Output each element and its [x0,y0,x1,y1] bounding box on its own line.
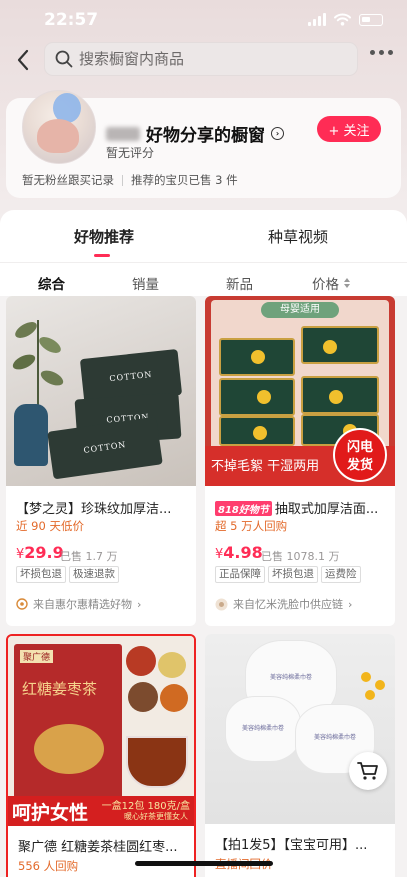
main-content: 好物推荐 种草视频 综合 销量 新品 价格 COTTON COTTON COTT… [0,210,407,877]
store-card: 好物分享的橱窗 › 暂无评分 + 关注 暂无粉丝跟买记录 推荐的宝贝已售 3 件 [6,90,401,198]
tag: 坏损包退 [16,566,66,583]
product-price: ¥4.98 [215,543,263,562]
tea-cup [126,736,188,788]
shop-logo-icon [215,598,228,610]
product-package [219,416,295,446]
tag: 极速退款 [69,566,119,583]
product-title: 【梦之灵】珍珠纹加厚洁... [16,502,172,517]
product-image: 聚广德 红糖姜枣茶 呵护女性 一盒12包 180克/盒 暖心好茶更懂女人 [8,636,194,826]
sort-price[interactable]: 价格 [312,273,351,293]
chevron-right-circle-icon: › [271,127,284,140]
product-package [301,326,379,364]
store-name-row[interactable]: 好物分享的橱窗 › [106,121,284,146]
tab-recommended[interactable]: 好物推荐 [74,226,134,247]
tab-videos[interactable]: 种草视频 [268,226,328,247]
product-image: 母婴适用 不掉毛絮 干湿两用 闪电 发货 [205,296,395,486]
search-box[interactable] [44,42,358,76]
product-subtitle: 超 5 万人回购 [215,519,288,533]
fans-stat: 暂无粉丝跟买记录 [22,173,114,187]
divider [122,174,123,186]
shopping-cart-icon [357,762,378,780]
sort-new[interactable]: 新品 [226,273,253,293]
product-package [219,338,295,376]
product-sold-count: 已售 1.7 万 [60,550,118,563]
store-rating: 暂无评分 [106,146,155,160]
festival-badge: 818好物节 [215,501,272,516]
product-card[interactable]: 聚广德 红糖姜枣茶 呵护女性 一盒12包 180克/盒 暖心好茶更懂女人 聚广德… [6,634,196,877]
product-subtitle: 近 90 天低价 [16,519,84,533]
box-title: 红糖姜枣茶 [22,680,98,698]
blurred-name-prefix [106,126,140,141]
tag: 运费险 [321,566,361,583]
tab-active-indicator [94,254,110,257]
product-tags: 坏损包退 极速退款 [16,566,119,583]
source-label: 来自惠尔惠精选好物 [33,598,132,611]
product-box: 聚广德 红糖姜枣茶 [14,644,122,804]
product-title: 【拍1发5】【宝宝可用】... [215,838,368,853]
product-subtitle: 556 人回购 [18,859,79,873]
product-sold-count: 已售 1078.1 万 [261,550,340,563]
home-indicator[interactable] [135,861,273,866]
sort-arrows-icon [344,278,350,288]
promo-banner-text: 不掉毛絮 干湿两用 [211,459,320,474]
dot-icon [379,50,384,55]
promo-big-text: 呵护女性 [12,802,89,824]
product-image: 美容纯棉柔巾卷 美容纯棉柔巾卷 美容纯棉柔巾卷 [205,634,395,824]
wifi-icon [334,13,351,26]
status-icons [308,13,383,26]
back-button[interactable] [12,46,36,74]
shop-logo-icon [16,598,28,610]
battery-icon [359,13,383,26]
promo-strip: 呵护女性 一盒12包 180克/盒 暖心好茶更懂女人 [8,796,194,826]
tag: 坏损包退 [268,566,318,583]
dot-icon [370,50,375,55]
product-card[interactable]: COTTON COTTON COTTON 【梦之灵】珍珠纹加厚洁... 近 90… [6,296,196,626]
store-stats: 暂无粉丝跟买记录 推荐的宝贝已售 3 件 [6,172,401,188]
chevron-right-icon: › [348,597,353,611]
sort-bar: 综合 销量 新品 价格 [0,262,407,296]
store-avatar[interactable] [22,90,96,164]
product-tags: 正品保障 坏损包退 运费险 [215,566,361,583]
source-label: 来自忆米洗脸巾供应链 [233,598,343,611]
image-header-label: 母婴适用 [261,302,339,318]
product-card[interactable]: 美容纯棉柔巾卷 美容纯棉柔巾卷 美容纯棉柔巾卷 【拍1发5】【宝宝可用】... [205,634,395,877]
product-card[interactable]: 母婴适用 不掉毛絮 干湿两用 闪电 发货 818好物节 抽取式加厚洁面... 超 … [205,296,395,626]
more-options-button[interactable] [370,50,393,55]
product-roll: 美容纯棉柔巾卷 [225,696,301,762]
add-to-cart-button[interactable] [349,752,387,790]
product-price: ¥29.9 [16,543,64,562]
product-source[interactable]: 来自惠尔惠精选好物 › [16,596,141,612]
product-source[interactable]: 来自忆米洗脸巾供应链 › [215,596,352,612]
product-grid: COTTON COTTON COTTON 【梦之灵】珍珠纹加厚洁... 近 90… [0,296,407,877]
chevron-right-icon: › [137,597,142,611]
product-package [219,378,295,416]
sort-comprehensive[interactable]: 综合 [38,273,65,293]
product-title: 聚广德 红糖姜茶桂圆红枣... [18,840,178,855]
promo-small-text: 一盒12包 180克/盒 [101,801,190,812]
brand-label: 聚广德 [20,650,54,663]
product-package [301,376,379,414]
product-package: COTTON [47,416,163,480]
signal-icon [308,13,326,26]
flash-delivery-badge: 闪电 发货 [333,428,387,482]
status-bar: 22:57 [0,0,407,42]
search-input[interactable] [79,50,357,68]
status-time: 22:57 [44,10,99,30]
plant-decoration [12,320,64,420]
product-image: COTTON COTTON COTTON [6,296,196,486]
sort-price-label: 价格 [312,277,339,293]
store-name: 好物分享的橱窗 [146,126,265,146]
sort-sales[interactable]: 销量 [132,273,159,293]
tag: 正品保障 [215,566,265,583]
tab-bar: 好物推荐 种草视频 [0,210,407,258]
sold-stat: 推荐的宝贝已售 3 件 [131,173,238,187]
dot-icon [388,50,393,55]
chevron-left-icon [17,49,29,71]
promo-sub-text: 暖心好茶更懂女人 [124,812,188,821]
follow-button[interactable]: + 关注 [317,116,381,142]
product-title: 818好物节 抽取式加厚洁面... [215,498,391,517]
search-icon [55,50,73,68]
